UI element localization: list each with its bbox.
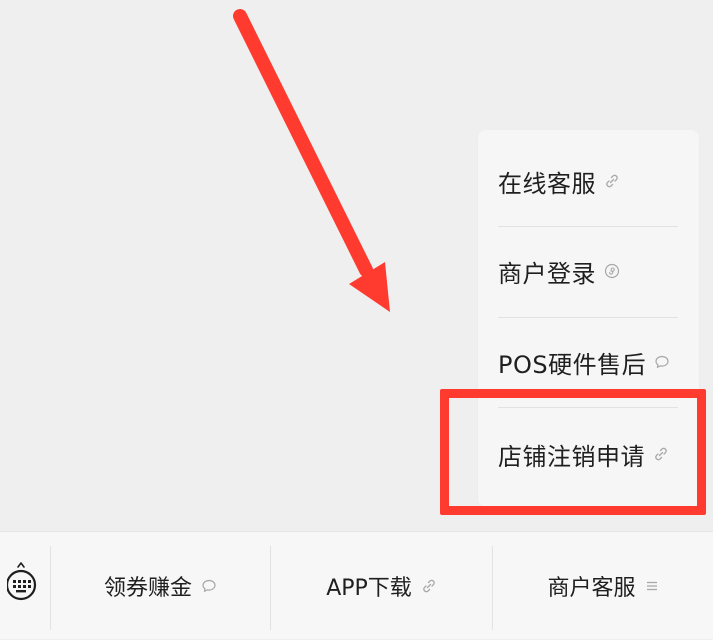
- menu-item-merchant-login[interactable]: 商户登录: [478, 227, 699, 315]
- menu-icon: [645, 579, 659, 593]
- annotation-highlight-box: [440, 389, 706, 515]
- link-icon: [604, 173, 620, 189]
- tab-coupons[interactable]: 领券赚金: [51, 532, 270, 640]
- tab-label: 领券赚金: [103, 576, 192, 601]
- menu-item-online-service[interactable]: 在线客服: [478, 137, 699, 225]
- chat-bubble-icon: [654, 354, 670, 370]
- link-icon: [421, 578, 437, 594]
- keyboard-icon: [5, 559, 43, 613]
- keyboard-toggle-button[interactable]: [0, 532, 50, 640]
- tab-label: 商户客服: [547, 576, 636, 601]
- menu-item-label: POS硬件售后: [498, 350, 647, 379]
- tab-label: APP下载: [326, 576, 412, 601]
- tab-app-download[interactable]: APP下载: [271, 532, 492, 640]
- tab-merchant-service[interactable]: 商户客服: [493, 532, 713, 640]
- menu-item-label: 在线客服: [498, 169, 596, 198]
- mini-program-icon: [604, 263, 620, 279]
- bottom-menu-bar: 领券赚金 APP下载 商户客服: [0, 531, 713, 639]
- menu-item-label: 商户登录: [498, 259, 596, 288]
- chat-bubble-icon: [201, 578, 217, 594]
